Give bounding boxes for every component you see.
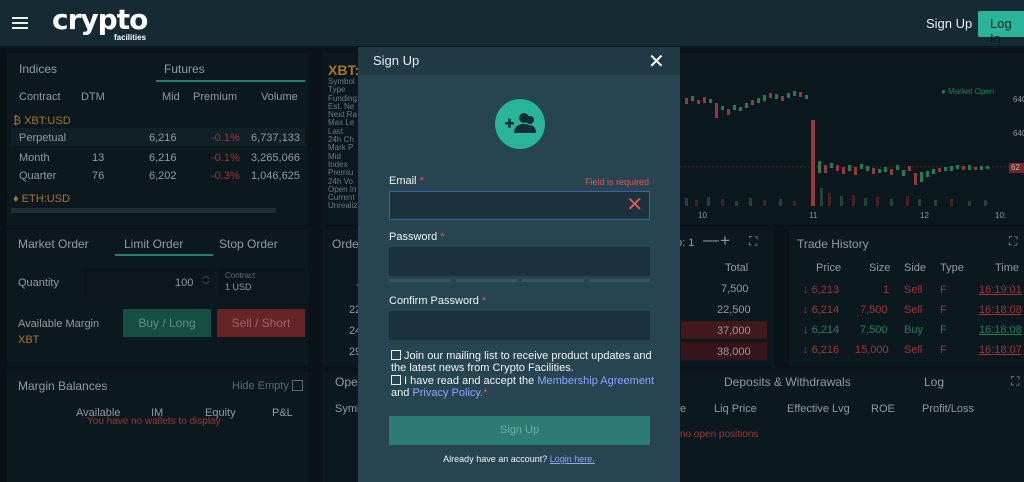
top-navigation-bar: crypto facilities Sign Up Log In (0, 0, 1024, 47)
add-user-icon (495, 99, 545, 149)
brand-name: crypto (52, 3, 148, 36)
terms-and: and (391, 387, 410, 399)
login-button[interactable]: Log In (978, 11, 1024, 46)
signup-link[interactable]: Sign Up (926, 16, 972, 31)
email-label: Email * (389, 175, 424, 187)
already-have-account: Already have an account? Login here. (358, 454, 680, 464)
password-field[interactable] (389, 247, 650, 276)
error-icon: ✕ (626, 194, 643, 216)
brand-subtitle: facilities (114, 33, 147, 42)
email-label-text: Email (389, 175, 417, 187)
terms-prefix: I have read and accept the (404, 375, 535, 387)
brand-logo[interactable]: crypto facilities (52, 3, 148, 43)
confirm-password-label: Confirm Password * (389, 295, 486, 307)
hamburger-menu-icon[interactable] (12, 17, 28, 29)
signup-modal: Sign Up ✕ Email * Field is required ✕ Pa… (358, 47, 680, 482)
mailing-list-option[interactable]: Join our mailing list to receive product… (391, 350, 656, 374)
membership-agreement-link[interactable]: Membership Agreement (537, 375, 654, 387)
signup-submit-button[interactable]: Sign Up (389, 416, 650, 445)
required-mark: * (440, 231, 445, 243)
password-strength-meter (389, 279, 650, 282)
modal-header: Sign Up ✕ (358, 47, 680, 75)
mailing-list-checkbox[interactable] (391, 350, 401, 360)
email-error-message: Field is required (585, 177, 650, 187)
password-label-text: Password (389, 231, 438, 243)
password-label: Password * (389, 231, 445, 243)
terms-checkbox[interactable] (391, 375, 401, 385)
terms-option[interactable]: I have read and accept the Membership Ag… (391, 375, 656, 399)
already-text: Already have an account? (443, 454, 548, 464)
mailing-list-text: Join our mailing list to receive product… (391, 350, 652, 374)
modal-title: Sign Up (373, 53, 420, 68)
confirm-password-field[interactable] (389, 311, 650, 340)
required-mark: * (419, 175, 424, 187)
close-icon[interactable]: ✕ (648, 49, 665, 74)
email-field[interactable]: ✕ (389, 191, 650, 220)
required-mark: * (481, 295, 487, 307)
login-here-link[interactable]: Login here. (550, 454, 595, 464)
required-mark: * (483, 387, 488, 399)
privacy-policy-link[interactable]: Privacy Policy. (412, 387, 483, 399)
confirm-password-label-text: Confirm Password (389, 295, 479, 307)
